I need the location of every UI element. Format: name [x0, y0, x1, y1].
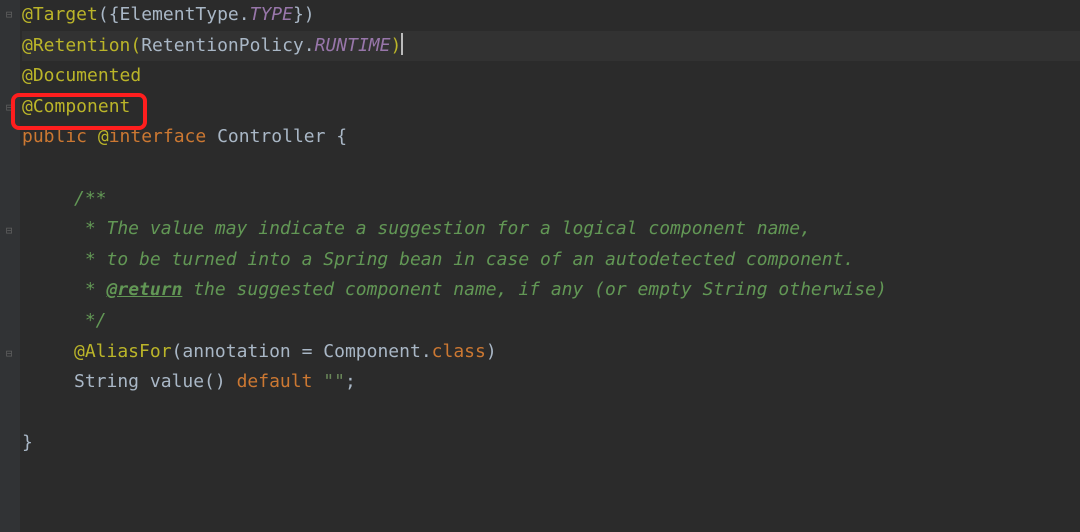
paren: ( [172, 341, 183, 362]
at-sign: @ [98, 126, 109, 147]
code-line-2[interactable]: @Retention(RetentionPolicy.RUNTIME) [22, 31, 1080, 62]
code-line-1[interactable]: @Target({ElementType.TYPE}) [22, 0, 1080, 31]
javadoc-return-tag: @return [107, 279, 183, 300]
code-line-7[interactable]: /** [22, 184, 1080, 215]
code-line-3[interactable]: @Documented [22, 61, 1080, 92]
paren: ) [390, 35, 401, 56]
editor-gutter: ⊟ ⊟ ⊟ ⊟ [0, 0, 20, 532]
annotation: @AliasFor [74, 341, 172, 362]
code-line-10[interactable]: * @return the suggested component name, … [22, 275, 1080, 306]
brace: { [336, 126, 347, 147]
code-line-13[interactable]: String value() default ""; [22, 367, 1080, 398]
paren: }) [293, 4, 315, 25]
annotation-component: @Component [22, 96, 130, 117]
fold-marker-icon[interactable]: ⊟ [3, 348, 15, 360]
annotation: @Retention [22, 35, 130, 56]
type-name: Controller [206, 126, 336, 147]
code-line-15[interactable]: } [22, 428, 1080, 459]
parens: () [204, 371, 237, 392]
enum-constant: RUNTIME [315, 35, 391, 56]
javadoc-text: * [74, 279, 107, 300]
attr-name: annotation [182, 341, 290, 362]
enum-constant: TYPE [250, 4, 293, 25]
javadoc-text: the suggested component name, if any (or… [182, 279, 886, 300]
annotation: @Target [22, 4, 98, 25]
javadoc-start: /** [74, 188, 107, 209]
dot: . [304, 35, 315, 56]
paren: ({ [98, 4, 120, 25]
dot: . [239, 4, 250, 25]
class-ref: Component [323, 341, 421, 362]
brace: } [22, 432, 33, 453]
return-type: String [74, 371, 150, 392]
fold-marker-icon[interactable]: ⊟ [3, 9, 15, 21]
code-line-11[interactable]: */ [22, 306, 1080, 337]
dot: . [421, 341, 432, 362]
code-editor[interactable]: @Target({ElementType.TYPE}) @Retention(R… [20, 0, 1080, 459]
text-caret [401, 33, 403, 55]
fold-marker-icon[interactable]: ⊟ [3, 102, 15, 114]
semicolon: ; [345, 371, 356, 392]
code-line-9[interactable]: * to be turned into a Spring bean in cas… [22, 245, 1080, 276]
string-literal: "" [323, 371, 345, 392]
keyword: interface [109, 126, 207, 147]
javadoc-text: * The value may indicate a suggestion fo… [74, 218, 811, 239]
code-line-12[interactable]: @AliasFor(annotation = Component.class) [22, 337, 1080, 368]
paren: ) [486, 341, 497, 362]
javadoc-text: * to be turned into a Spring bean in cas… [74, 249, 854, 270]
code-line-14[interactable] [22, 398, 1080, 429]
paren: ( [130, 35, 141, 56]
annotation: @Documented [22, 65, 141, 86]
keyword: public [22, 126, 98, 147]
fold-marker-icon[interactable]: ⊟ [3, 225, 15, 237]
code-line-5[interactable]: public @interface Controller { [22, 122, 1080, 153]
equals: = [291, 341, 324, 362]
class-ref: RetentionPolicy [141, 35, 304, 56]
keyword: default [237, 371, 324, 392]
javadoc-end: */ [74, 310, 107, 331]
code-line-8[interactable]: * The value may indicate a suggestion fo… [22, 214, 1080, 245]
method-name: value [150, 371, 204, 392]
class-ref: ElementType [120, 4, 239, 25]
code-line-6[interactable] [22, 153, 1080, 184]
keyword: class [432, 341, 486, 362]
code-line-4[interactable]: @Component [22, 92, 1080, 123]
